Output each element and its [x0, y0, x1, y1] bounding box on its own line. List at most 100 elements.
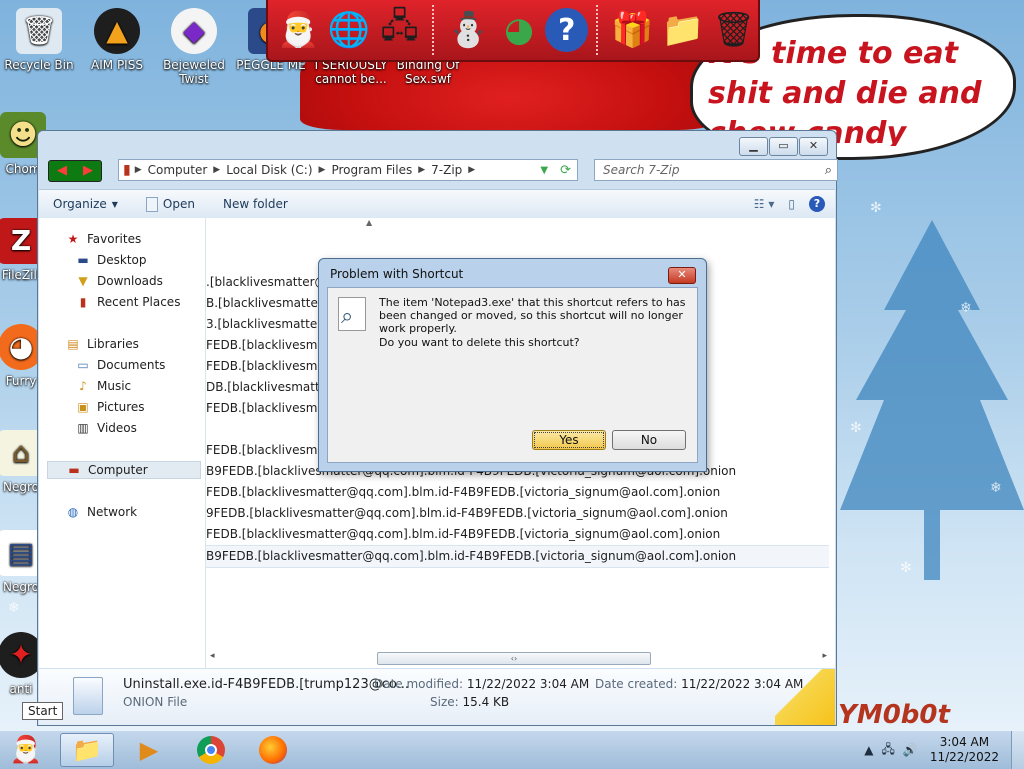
folder-icon[interactable]: 📁	[659, 5, 708, 55]
help-icon[interactable]: ?	[809, 196, 825, 212]
breadcrumb-local-disk[interactable]: Local Disk (C:)	[220, 163, 318, 177]
nav-recent-places[interactable]: ▮ Recent Places	[75, 295, 181, 309]
navigation-pane: ★ Favorites ▬ Desktop ▼ Downloads ▮ Rece…	[39, 218, 206, 668]
open-button[interactable]: Open	[132, 196, 209, 212]
nav-label: Documents	[97, 358, 166, 372]
recycle-bin-icon[interactable]: 🗑	[709, 5, 758, 55]
file-row[interactable]: 9FEDB.[blacklivesmatter@qq.com].blm.id-F…	[206, 503, 829, 524]
nav-network[interactable]: ◍ Network	[65, 505, 137, 519]
maximize-button[interactable]: ▭	[769, 137, 798, 156]
santa-computer-icon[interactable]: 🎅	[274, 5, 323, 55]
nav-label: Music	[97, 379, 132, 393]
pictures-icon: ▣	[77, 400, 89, 414]
network-icon: ◍	[67, 505, 79, 519]
volume-icon[interactable]: 🔊	[903, 743, 918, 757]
view-options-icon[interactable]: ☷ ▾	[754, 197, 775, 211]
media-player-icon: ▶	[139, 736, 159, 764]
horizontal-scrollbar[interactable]: ◂ ‹› ▸	[206, 649, 835, 667]
nav-label: Favorites	[87, 232, 142, 246]
close-button[interactable]: ✕	[799, 137, 828, 156]
nav-pictures[interactable]: ▣ Pictures	[75, 400, 144, 414]
breadcrumb-program-files[interactable]: Program Files	[325, 163, 418, 177]
file-row-selected[interactable]: B9FEDB.[blacklivesmatter@qq.com].blm.id-…	[206, 545, 829, 568]
nav-videos[interactable]: ▥ Videos	[75, 421, 137, 435]
organize-button[interactable]: Organize ▼	[39, 197, 132, 211]
snowman-icon[interactable]: ⛄	[444, 5, 493, 55]
back-button[interactable]: ◀	[49, 161, 75, 181]
recent-places-icon: ▮	[79, 295, 87, 309]
taskbar-explorer[interactable]: 📁	[60, 733, 114, 767]
desktop-icon-bejeweled[interactable]: ◆ Bejeweled Twist	[155, 8, 233, 86]
nav-label: Recent Places	[97, 295, 181, 309]
help-icon[interactable]: ?	[545, 8, 589, 52]
nav-label: Videos	[97, 421, 137, 435]
problem-with-shortcut-dialog: Problem with Shortcut ✕ ⌕ The item 'Note…	[318, 258, 707, 472]
dialog-message: The item 'Notepad3.exe' that this shortc…	[379, 296, 686, 335]
command-bar: Organize ▼ Open New folder ☷ ▾ ▯ ?	[39, 189, 835, 219]
network-tray-icon[interactable]: 🖧	[881, 740, 894, 761]
detail-file-type: ONION File	[123, 695, 188, 709]
forward-button[interactable]: ▶	[75, 161, 101, 181]
taskbar: 🎅 📁 ▶ ▲ 🖧 🔊 3:04 AM 11/22/2022	[0, 730, 1024, 769]
breadcrumb-7zip[interactable]: 7-Zip	[425, 163, 468, 177]
clock-date: 11/22/2022	[929, 750, 999, 764]
nav-documents[interactable]: ▭ Documents	[75, 358, 165, 372]
chevron-down-icon: ▼	[111, 199, 118, 209]
downloads-icon: ▼	[78, 274, 88, 288]
taskbar-firefox[interactable]	[246, 733, 300, 767]
dialog-body: ⌕ The item 'Notepad3.exe' that this shor…	[327, 287, 698, 463]
nav-music[interactable]: ♪ Music	[75, 379, 131, 393]
address-dropdown-icon[interactable]: ▼	[534, 165, 554, 176]
no-button[interactable]: No	[612, 430, 686, 450]
window-controls: ▁ ▭ ✕	[739, 137, 828, 156]
yes-button[interactable]: Yes	[532, 430, 606, 450]
scroll-right-icon[interactable]: ▸	[822, 651, 827, 661]
show-desktop-button[interactable]	[1011, 731, 1024, 769]
scroll-thumb[interactable]: ‹›	[377, 652, 651, 665]
desktop-icon-label: Binding Of Sex.swf	[396, 58, 460, 86]
search-icon[interactable]: ⌕	[825, 161, 832, 181]
dialog-close-button[interactable]: ✕	[668, 267, 696, 284]
minimize-button[interactable]: ▁	[739, 137, 768, 156]
refresh-icon[interactable]: ⟳	[554, 163, 577, 178]
tray-expand-icon[interactable]: ▲	[864, 743, 873, 757]
nav-favorites[interactable]: ★ Favorites	[65, 232, 142, 246]
file-icon	[145, 196, 158, 212]
taskbar-chrome[interactable]	[184, 733, 238, 767]
desktop-icon-aimp[interactable]: ▲ AIM PISS	[78, 8, 156, 72]
clock[interactable]: 3:04 AM 11/22/2022	[930, 735, 999, 765]
preview-pane-icon[interactable]: ▯	[788, 197, 795, 211]
folder-icon: 📁	[72, 736, 102, 764]
nav-downloads[interactable]: ▼ Downloads	[75, 274, 163, 288]
search-placeholder: Search 7-Zip	[603, 163, 680, 177]
breadcrumb-computer[interactable]: Computer	[142, 163, 214, 177]
color-wheel-icon[interactable]: ◕	[495, 5, 544, 55]
music-icon: ♪	[79, 379, 87, 393]
details-pane: Uninstall.exe.id-F4B9FEDB.[trump123@co..…	[39, 669, 835, 725]
nav-libraries[interactable]: ▤ Libraries	[65, 337, 139, 351]
detail-modified-label: Date modified:	[374, 677, 464, 691]
file-row[interactable]: FEDB.[blacklivesmatter@qq.com].blm.id-F4…	[206, 482, 829, 503]
documents-icon: ▭	[77, 358, 89, 372]
nav-computer[interactable]: ▬ Computer	[47, 461, 201, 479]
address-bar[interactable]: ▮ ▶ Computer ▶ Local Disk (C:) ▶ Program…	[118, 159, 578, 181]
desktop-icon-label: Recycle Bin	[4, 58, 74, 72]
network-icon[interactable]: 🖧	[375, 5, 424, 55]
new-folder-button[interactable]: New folder	[209, 197, 302, 211]
gift-icon[interactable]: 🎁	[608, 5, 657, 55]
start-button[interactable]: 🎅	[4, 732, 48, 768]
globe-icon[interactable]: 🌐	[325, 5, 374, 55]
scroll-left-icon[interactable]: ◂	[210, 651, 215, 661]
toolbar-divider	[431, 5, 436, 55]
details-decoration	[775, 669, 835, 725]
file-row[interactable]: FEDB.[blacklivesmatter@qq.com].blm.id-F4…	[206, 524, 829, 545]
search-input[interactable]: Search 7-Zip ⌕	[594, 159, 838, 181]
desktop-icon-recycle-bin[interactable]: 🗑 Recycle Bin	[0, 8, 78, 72]
wallpaper-signature: YM0b0t	[838, 700, 950, 730]
nav-label: Desktop	[97, 253, 147, 267]
nav-desktop[interactable]: ▬ Desktop	[75, 253, 147, 267]
chrome-icon	[197, 736, 225, 764]
yes-label: Yes	[534, 432, 604, 448]
taskbar-media-player[interactable]: ▶	[122, 733, 176, 767]
detail-size-label: Size:	[430, 695, 459, 709]
